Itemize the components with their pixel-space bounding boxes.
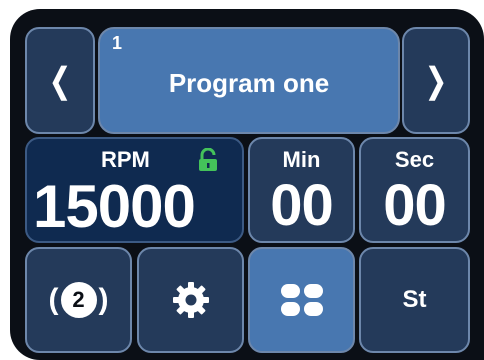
four-dots-icon <box>280 284 323 316</box>
seconds-label: Sec <box>394 147 435 172</box>
program-number: 1 <box>112 33 123 53</box>
settings-button[interactable] <box>137 247 244 353</box>
cycle-count-badge: ( 2 ) <box>48 282 109 318</box>
minutes-tile[interactable]: Min 00 <box>248 137 355 243</box>
program-title: Program one <box>168 68 330 98</box>
start-button[interactable]: St <box>359 247 470 353</box>
device-frame: ❬ 1 Program one ❭ RPM 15000 Min 00 Sec 0… <box>0 0 484 360</box>
cycle-count-number: 2 <box>60 282 97 318</box>
rpm-value: 15000 <box>33 173 196 240</box>
minutes-label: Min <box>282 147 321 172</box>
menu-grid-button[interactable] <box>248 247 355 353</box>
cycle-count-button[interactable]: ( 2 ) <box>25 247 132 353</box>
prev-program-button[interactable]: ❬ <box>25 27 95 134</box>
start-label: St <box>402 286 427 313</box>
rpm-label: RPM <box>101 147 150 172</box>
chevron-left-icon: ❬ <box>45 61 75 100</box>
chevron-right-icon: ❭ <box>421 61 451 100</box>
unlock-icon <box>199 148 217 171</box>
seconds-value: 00 <box>383 173 447 238</box>
rpm-tile[interactable]: RPM 15000 <box>25 137 244 243</box>
next-program-button[interactable]: ❭ <box>402 27 470 134</box>
program-selector[interactable]: 1 Program one <box>98 27 400 134</box>
seconds-tile[interactable]: Sec 00 <box>359 137 470 243</box>
gear-icon <box>172 282 209 318</box>
minutes-value: 00 <box>270 173 334 238</box>
screen: ❬ 1 Program one ❭ RPM 15000 Min 00 Sec 0… <box>10 9 484 360</box>
